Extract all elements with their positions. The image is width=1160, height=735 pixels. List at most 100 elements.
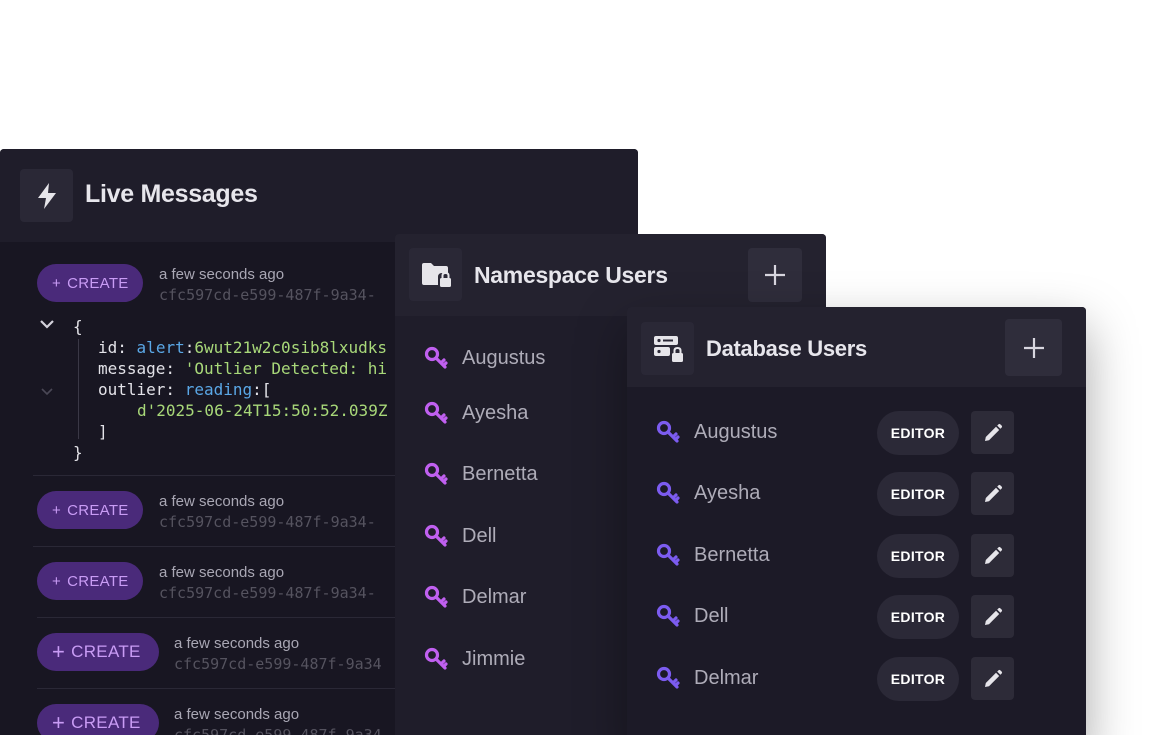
message-id: cfc597cd-e599-487f-9a34 xyxy=(174,655,382,673)
database-user-row[interactable]: Augustus xyxy=(656,420,777,444)
user-name: Delmar xyxy=(694,666,759,689)
key-icon xyxy=(424,346,448,369)
code-colon: : xyxy=(184,338,195,357)
namespace-user-row[interactable]: Bernetta xyxy=(424,462,538,486)
add-namespace-user-button[interactable] xyxy=(748,248,802,302)
role-badge: EDITOR xyxy=(877,472,959,516)
code-value: 'Outlier Detected: hi xyxy=(184,359,387,378)
chevron-down-icon[interactable] xyxy=(40,384,54,400)
create-badge: + CREATE xyxy=(37,704,159,735)
database-lock-icon xyxy=(641,322,694,375)
code-table: reading xyxy=(184,380,253,399)
code-table: alert xyxy=(136,338,185,357)
database-user-row[interactable]: Delmar xyxy=(656,666,758,690)
namespace-users-title: Namespace Users xyxy=(474,262,668,288)
message-id: cfc597cd-e599-487f-9a34- xyxy=(159,513,376,531)
user-name: Bernetta xyxy=(694,543,770,566)
pencil-icon xyxy=(984,484,1002,502)
key-icon xyxy=(424,647,448,670)
key-icon xyxy=(656,604,680,627)
role-badge: EDITOR xyxy=(877,657,959,701)
code-line-message: message: 'Outlier Detected: hi xyxy=(98,359,387,378)
user-name: Dell xyxy=(694,604,729,627)
key-icon xyxy=(424,524,448,547)
role-badge: EDITOR xyxy=(877,595,959,639)
action-label: CREATE xyxy=(67,572,129,590)
plus-icon xyxy=(765,265,785,285)
code-open-brace: { xyxy=(73,317,83,336)
create-badge: + CREATE xyxy=(37,491,143,529)
code-close-bracket: ] xyxy=(98,422,108,441)
message-time: a few seconds ago xyxy=(159,564,285,581)
folder-lock-icon xyxy=(409,248,462,301)
pencil-icon xyxy=(984,669,1002,687)
create-badge: + CREATE xyxy=(37,633,159,671)
indent-guide xyxy=(78,339,79,439)
namespace-user-row[interactable]: Dell xyxy=(424,524,496,548)
plus-icon: + xyxy=(52,710,66,735)
edit-user-button[interactable] xyxy=(971,595,1014,638)
code-line-outlier: outlier: reading:[ xyxy=(98,380,271,399)
divider xyxy=(37,617,403,618)
plus-icon xyxy=(1023,337,1044,358)
edit-user-button[interactable] xyxy=(971,657,1014,700)
live-messages-title: Live Messages xyxy=(85,180,258,208)
chevron-down-icon[interactable] xyxy=(39,317,55,333)
edit-user-button[interactable] xyxy=(971,411,1014,454)
database-user-row[interactable]: Bernetta xyxy=(656,543,770,567)
message-id: cfc597cd-e599-487f-9a34- xyxy=(159,286,376,304)
message-id: cfc597cd-e599-487f-9a34- xyxy=(159,584,376,602)
role-badge: EDITOR xyxy=(877,534,959,578)
namespace-user-row[interactable]: Ayesha xyxy=(424,401,528,425)
user-name: Jimmie xyxy=(462,647,526,670)
user-name: Ayesha xyxy=(694,481,761,504)
create-badge: + CREATE xyxy=(37,562,143,600)
key-icon xyxy=(656,543,680,566)
namespace-users-header: Namespace Users xyxy=(395,234,826,316)
message-time: a few seconds ago xyxy=(174,635,300,652)
edit-user-button[interactable] xyxy=(971,472,1014,515)
plus-icon: + xyxy=(52,501,62,519)
add-database-user-button[interactable] xyxy=(1005,319,1062,376)
key-icon xyxy=(656,420,680,443)
code-close-brace: } xyxy=(73,443,83,462)
key-icon xyxy=(424,401,448,424)
user-name: Bernetta xyxy=(462,462,538,485)
code-bracket: :[ xyxy=(252,380,272,399)
database-users-title: Database Users xyxy=(706,336,867,361)
action-label: CREATE xyxy=(71,642,141,661)
user-name: Ayesha xyxy=(462,401,529,424)
action-label: CREATE xyxy=(67,274,129,292)
lightning-icon xyxy=(20,169,73,222)
pencil-icon xyxy=(984,607,1002,625)
user-name: Augustus xyxy=(462,346,546,369)
key-icon xyxy=(656,666,680,689)
code-key: outlier: xyxy=(98,380,176,399)
plus-icon: + xyxy=(52,274,62,292)
database-user-row[interactable]: Ayesha xyxy=(656,481,760,505)
message-id: cfc597cd-e599-487f-9a34 xyxy=(174,726,382,735)
action-label: CREATE xyxy=(71,713,141,732)
database-user-row[interactable]: Dell xyxy=(656,604,728,628)
namespace-user-row[interactable]: Augustus xyxy=(424,346,545,370)
edit-user-button[interactable] xyxy=(971,534,1014,577)
role-badge: EDITOR xyxy=(877,411,959,455)
message-time: a few seconds ago xyxy=(159,493,285,510)
key-icon xyxy=(656,481,680,504)
key-icon xyxy=(424,462,448,485)
key-icon xyxy=(424,585,448,608)
user-name: Dell xyxy=(462,524,497,547)
code-value: 6wut21w2c0sib8lxudks xyxy=(194,338,388,357)
live-messages-header: Live Messages xyxy=(0,149,638,242)
divider xyxy=(37,688,403,689)
code-line-id: id: alert:6wut21w2c0sib8lxudks xyxy=(98,338,387,357)
database-users-panel: Database Users Augustus EDITOR Ayesha ED… xyxy=(627,307,1086,735)
create-badge: + CREATE xyxy=(37,264,143,302)
plus-icon: + xyxy=(52,639,66,664)
namespace-user-row[interactable]: Delmar xyxy=(424,585,526,609)
action-label: CREATE xyxy=(67,501,129,519)
message-time: a few seconds ago xyxy=(159,266,285,283)
namespace-user-row[interactable]: Jimmie xyxy=(424,647,525,671)
database-users-header: Database Users xyxy=(627,307,1086,387)
plus-icon: + xyxy=(52,572,62,590)
